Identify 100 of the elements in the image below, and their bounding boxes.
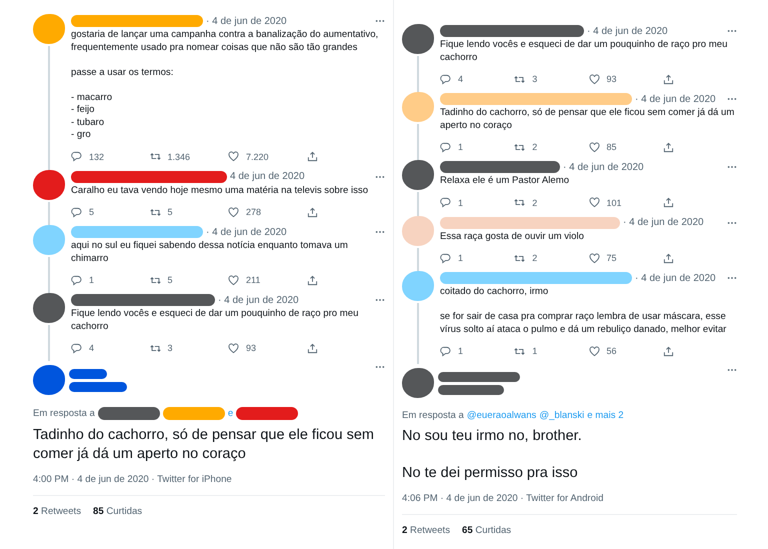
retweet-count[interactable]: 2 Retweets [402, 525, 450, 536]
like-count: 75 [606, 253, 617, 263]
tweet-date[interactable]: · 4 de jun de 2020 [206, 16, 287, 26]
retweet-icon[interactable] [150, 151, 160, 162]
retweet-icon[interactable] [514, 74, 526, 84]
more-icon[interactable] [727, 276, 737, 280]
reply-count: 4 [89, 343, 94, 353]
heart-icon[interactable] [588, 74, 600, 84]
retweet-count: 5 [168, 275, 173, 285]
retweet-icon[interactable] [150, 342, 160, 354]
tweet-text: Caralho eu tava vendo hoje mesmo uma matéria na televis sobre isso [71, 184, 370, 197]
reply-icon[interactable] [440, 142, 451, 152]
retweet-icon[interactable] [150, 206, 160, 218]
share-icon[interactable] [306, 151, 318, 162]
tweet-date[interactable]: · 4 de jun de 2020 [623, 217, 704, 228]
avatar[interactable] [33, 293, 65, 323]
heart-icon[interactable] [228, 151, 239, 162]
tweet-date[interactable]: 4 de jun de 2020 [230, 171, 305, 182]
reply-count: 1 [458, 198, 464, 208]
reply-icon[interactable] [440, 346, 451, 356]
like-count: 93 [606, 74, 617, 84]
retweet-count: 3 [532, 74, 538, 84]
retweet-icon[interactable] [514, 252, 526, 264]
share-icon[interactable] [662, 197, 674, 208]
tweet-date[interactable]: · 4 de jun de 2020 [563, 162, 644, 172]
reply-icon[interactable] [440, 252, 451, 264]
heart-icon[interactable] [588, 252, 600, 264]
avatar[interactable] [402, 160, 434, 190]
retweet-count: 5 [168, 207, 173, 217]
tweet-date[interactable]: · 4 de jun de 2020 [635, 272, 716, 284]
like-count: 85 [606, 142, 617, 152]
reply-icon[interactable] [71, 206, 82, 218]
more-icon[interactable] [375, 19, 385, 23]
more-icon[interactable] [727, 97, 737, 101]
more-icon[interactable] [375, 230, 385, 234]
tweet-date[interactable]: · 4 de jun de 2020 [635, 94, 716, 104]
retweet-count: 2 [532, 142, 538, 152]
tweet-meta: 4:00 PM · 4 de jun de 2020 · Twitter for iPhone [33, 474, 385, 496]
reply-count: 5 [89, 207, 94, 217]
reply-count: 1 [458, 142, 464, 152]
retweet-icon[interactable] [514, 346, 526, 356]
tweet-date[interactable]: · 4 de jun de 2020 [218, 294, 299, 306]
tweet-text: No sou teu irmo no, brother. [402, 427, 583, 446]
tweet-text: Fique lendo vocês e esqueci de dar um pouquinho de raço pro meu cachorro [71, 308, 360, 333]
more-icon[interactable] [375, 365, 385, 369]
like-count: 211 [246, 275, 260, 285]
tweet-date[interactable]: · 4 de jun de 2020 [587, 26, 668, 36]
reply-label: Em resposta a [402, 410, 464, 421]
retweet-count[interactable]: 2 Retweets [33, 506, 82, 517]
avatar[interactable] [402, 24, 434, 54]
reply-label: Em resposta a [33, 408, 95, 419]
heart-icon[interactable] [228, 274, 239, 286]
tweet-text: Relaxa ele é um Pastor Alemo [440, 175, 570, 188]
more-icon[interactable] [375, 298, 385, 302]
share-icon[interactable] [306, 342, 318, 354]
like-count[interactable]: 65 Curtidas [462, 525, 512, 536]
reply-count: 1 [89, 275, 94, 285]
tweet-date[interactable]: · 4 de jun de 2020 [206, 226, 287, 238]
avatar[interactable] [33, 170, 65, 200]
share-icon[interactable] [306, 274, 318, 286]
like-count[interactable]: 85 Curtidas [93, 506, 142, 517]
reply-icon[interactable] [440, 74, 451, 84]
like-count: 93 [246, 343, 256, 353]
tweet-text: Essa raça gosta de ouvir um violo [440, 230, 585, 243]
more-icon[interactable] [375, 174, 385, 178]
share-icon[interactable] [662, 346, 674, 356]
share-icon[interactable] [662, 142, 674, 152]
reply-icon[interactable] [71, 151, 82, 162]
heart-icon[interactable] [588, 197, 600, 208]
more-icon[interactable] [727, 165, 737, 169]
reply-count: 1 [458, 253, 464, 263]
reply-icon[interactable] [71, 274, 82, 286]
tweet-text: Tadinho do cachorro, só de pensar que ele ficou sem comer já dá um aperto no coraço [440, 107, 736, 132]
avatar[interactable] [402, 368, 434, 398]
like-count: 101 [606, 198, 622, 208]
reply-count: 1 [458, 346, 464, 356]
tweet-text: Tadinho do cachorro, só de pensar que ele ficou sem comer já dá um aperto no coraço [33, 426, 375, 464]
share-icon[interactable] [306, 206, 318, 218]
retweet-count: 3 [168, 343, 173, 353]
tweet-text: aqui no sul eu fiquei sabendo dessa notícia enquanto tomava um chimarro [71, 240, 349, 265]
like-count: 56 [606, 346, 617, 356]
reply-icon[interactable] [440, 197, 451, 208]
more-icon[interactable] [727, 368, 737, 372]
retweet-icon[interactable] [514, 142, 526, 152]
heart-icon[interactable] [588, 346, 600, 356]
reply-icon[interactable] [71, 342, 82, 354]
retweet-icon[interactable] [514, 197, 526, 208]
more-icon[interactable] [727, 220, 737, 224]
share-icon[interactable] [662, 74, 674, 84]
reply-count: 4 [458, 74, 464, 84]
heart-icon[interactable] [228, 206, 239, 218]
heart-icon[interactable] [588, 142, 600, 152]
tweet-text: coitado do cachorro, irmo se for sair de casa pra comprar raço lembra de usar máscara, esse vírus solto aí ataca o pulmo e dá um rebuliço danado, melhor evitar [440, 286, 728, 336]
retweet-count: 2 [532, 253, 538, 263]
heart-icon[interactable] [228, 342, 239, 354]
retweet-count: 2 [532, 198, 538, 208]
more-icon[interactable] [727, 29, 737, 33]
retweet-icon[interactable] [150, 274, 160, 286]
share-icon[interactable] [662, 252, 674, 264]
avatar[interactable] [33, 365, 65, 395]
